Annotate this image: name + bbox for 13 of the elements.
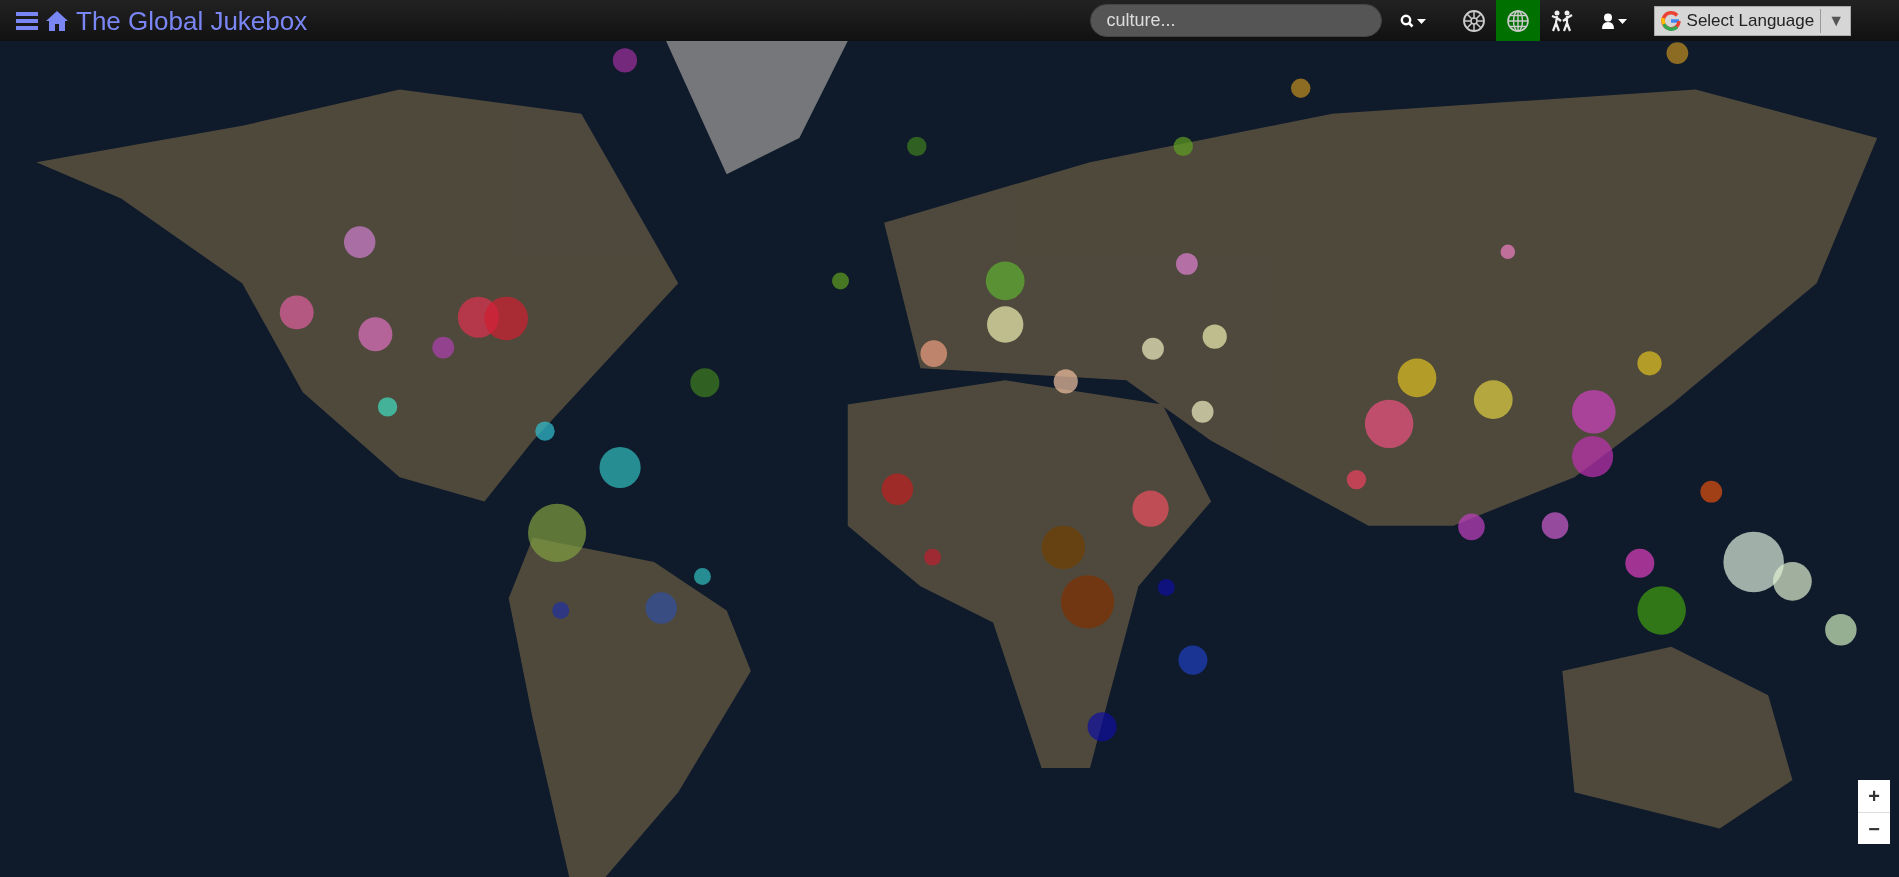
user-icon: [1601, 12, 1628, 29]
menu-icon[interactable]: [16, 10, 38, 31]
search-icon: [1399, 13, 1426, 28]
app-title[interactable]: The Global Jukebox: [76, 7, 308, 34]
search-field[interactable]: culture...: [1089, 4, 1382, 37]
view-tab[interactable]: [1495, 0, 1540, 41]
globe-icon: [1505, 8, 1530, 33]
zoom-out-button[interactable]: −: [1858, 812, 1890, 844]
language-select[interactable]: Select Language ▼: [1653, 5, 1851, 36]
wheel-icon: [1461, 8, 1486, 33]
g-logo-icon: [1660, 10, 1681, 31]
home-icon[interactable]: [46, 10, 68, 31]
dancers-icon: [1549, 8, 1574, 33]
